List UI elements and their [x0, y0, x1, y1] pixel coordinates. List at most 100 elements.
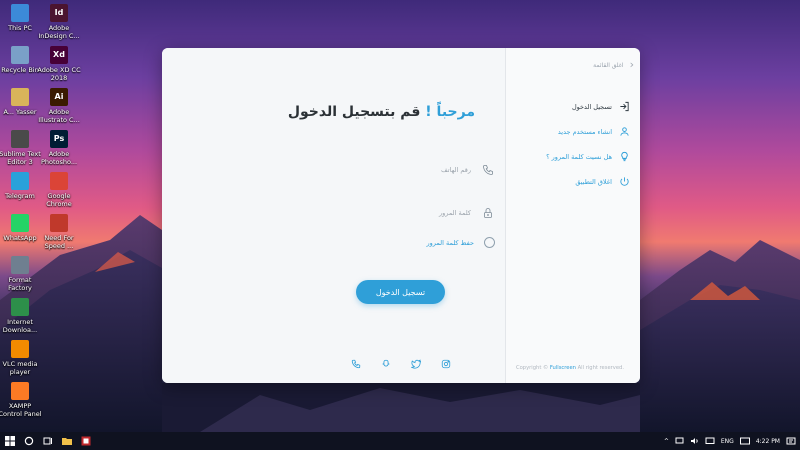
password-input[interactable] — [291, 209, 471, 217]
copyright-text: Copyright © Fullscreen All right reserve… — [516, 365, 636, 371]
desktop-icon[interactable]: Format Factory — [0, 256, 42, 292]
chevron-right-icon: › — [629, 58, 634, 71]
desktop-icon-label: XAMPP Control Panel — [0, 402, 42, 418]
desktop-icon-label: Adobe InDesign C... — [38, 24, 80, 40]
desktop-icon-label: Adobe XD CC 2018 — [37, 66, 81, 82]
login-form-panel: مرحباً ! قم بتسجيل الدخول حفظ كلمة المرو… — [162, 48, 505, 383]
desktop-icon[interactable]: VLC media player — [0, 340, 42, 376]
user-folder-icon — [11, 88, 29, 106]
chrome-icon — [50, 172, 68, 190]
phone-field[interactable] — [255, 159, 495, 181]
login-window: مرحباً ! قم بتسجيل الدخول حفظ كلمة المرو… — [162, 48, 640, 383]
indesign-icon: Id — [50, 4, 68, 22]
app-icon — [81, 436, 90, 446]
lock-icon — [481, 206, 495, 220]
twitter-icon[interactable] — [410, 358, 421, 369]
task-view-button[interactable] — [38, 432, 57, 450]
start-button[interactable] — [0, 432, 19, 450]
desktop-icon[interactable]: Id Adobe InDesign C... — [37, 4, 81, 40]
desktop-icon-label: Adobe Illustrato C... — [38, 108, 80, 124]
desktop-icon-label: Adobe Photosho... — [40, 150, 78, 166]
desktop-icon[interactable]: Ps Adobe Photosho... — [37, 130, 81, 166]
desktop-icon[interactable]: Recycle Bin — [0, 46, 42, 74]
login-icon — [618, 101, 630, 113]
close-menu-button[interactable]: اغلق القائمة › — [516, 58, 634, 72]
desktop-icon-label: Sublime Text Editor 3 — [0, 150, 41, 166]
desktop-icon[interactable]: XAMPP Control Panel — [0, 382, 42, 418]
side-menu: تسجيل الدخول انشاء مستخدم جديد هل نسيت ك… — [512, 94, 630, 194]
network-icon[interactable] — [675, 437, 684, 445]
desktop-icon[interactable]: Internet Downloa... — [0, 298, 42, 334]
nfs-icon — [50, 214, 68, 232]
desktop-icon-label: A... Yasser — [3, 108, 37, 116]
computer-icon — [11, 4, 29, 22]
remember-radio[interactable] — [484, 237, 495, 248]
desktop-icon[interactable]: Ai Adobe Illustrato C... — [37, 88, 81, 124]
sublime-icon — [11, 130, 29, 148]
menu-item-close-app[interactable]: اغلاق التطبيق — [512, 169, 630, 194]
copyright-suffix: All right reserved. — [577, 365, 624, 371]
desktop-icon[interactable]: Sublime Text Editor 3 — [0, 130, 42, 166]
instagram-icon[interactable] — [440, 358, 451, 369]
menu-item-label: انشاء مستخدم جديد — [557, 127, 612, 136]
desktop-icon[interactable]: Google Chrome — [37, 172, 81, 208]
task-view-icon — [43, 437, 52, 445]
desktop-icon-label: This PC — [8, 24, 32, 32]
clock[interactable]: 4:22 PM — [756, 438, 780, 445]
add-user-icon — [618, 126, 630, 138]
desktop-icon[interactable]: Telegram — [0, 172, 42, 200]
notification-icon[interactable] — [705, 437, 715, 445]
illustrator-icon: Ai — [50, 88, 68, 106]
file-explorer-button[interactable] — [57, 432, 76, 450]
windows-icon — [4, 436, 15, 446]
remember-label: حفظ كلمة المرور — [426, 238, 474, 247]
menu-item-label: هل نسيت كلمة المرور ؟ — [546, 152, 612, 161]
format-factory-icon — [11, 256, 29, 274]
desktop-icon[interactable]: A... Yasser — [0, 88, 42, 116]
cortana-button[interactable] — [19, 432, 38, 450]
recycle-bin-icon — [11, 46, 29, 64]
desktop-icon-label: Google Chrome — [46, 192, 72, 208]
social-links — [350, 358, 451, 369]
system-tray: ^ ENG 4:22 PM — [664, 432, 796, 450]
phone-icon[interactable] — [350, 358, 361, 369]
copyright-brand-link[interactable]: Fullscreen — [550, 365, 576, 371]
menu-item-new-user[interactable]: انشاء مستخدم جديد — [512, 119, 630, 144]
phone-input[interactable] — [291, 166, 471, 174]
desktop-icon-label: Need For Speed ... — [44, 234, 74, 250]
title-welcome: مرحباً ! — [425, 104, 475, 120]
xd-icon: Xd — [50, 46, 68, 64]
remember-password[interactable]: حفظ كلمة المرور — [426, 237, 495, 248]
password-field[interactable] — [255, 202, 495, 224]
snapchat-icon[interactable] — [380, 358, 391, 369]
photoshop-icon: Ps — [50, 130, 68, 148]
action-center-icon[interactable] — [786, 437, 796, 446]
folder-icon — [61, 438, 72, 445]
close-menu-label: اغلق القائمة — [593, 61, 624, 69]
lightbulb-icon — [618, 151, 630, 163]
desktop-icon[interactable]: This PC — [0, 4, 42, 32]
menu-item-forgot-password[interactable]: هل نسيت كلمة المرور ؟ — [512, 144, 630, 169]
chevron-up-icon[interactable]: ^ — [664, 438, 669, 445]
volume-icon[interactable] — [690, 437, 699, 445]
desktop-icon-label: WhatsApp — [3, 234, 37, 242]
desktop-icon-label: Format Factory — [8, 276, 32, 292]
desktop-icon[interactable]: WhatsApp — [0, 214, 42, 242]
desktop-icon-label: Telegram — [5, 192, 35, 200]
whatsapp-icon — [11, 214, 29, 232]
keyboard-icon[interactable] — [739, 437, 750, 445]
cortana-icon — [24, 436, 33, 446]
idm-icon — [11, 298, 29, 316]
menu-item-login[interactable]: تسجيل الدخول — [512, 94, 630, 119]
vlc-icon — [11, 340, 29, 358]
running-app-button[interactable] — [76, 432, 95, 450]
title-login: قم بتسجيل الدخول — [287, 104, 421, 120]
power-icon — [618, 176, 630, 188]
desktop-icon[interactable]: Need For Speed ... — [37, 214, 81, 250]
desktop-icon-label: Internet Downloa... — [2, 318, 38, 334]
desktop-icon[interactable]: Xd Adobe XD CC 2018 — [37, 46, 81, 82]
phone-icon — [481, 163, 495, 177]
login-button[interactable]: تسجيل الدخول — [356, 280, 445, 304]
menu-item-label: اغلاق التطبيق — [575, 177, 612, 186]
language-indicator[interactable]: ENG — [721, 438, 734, 445]
